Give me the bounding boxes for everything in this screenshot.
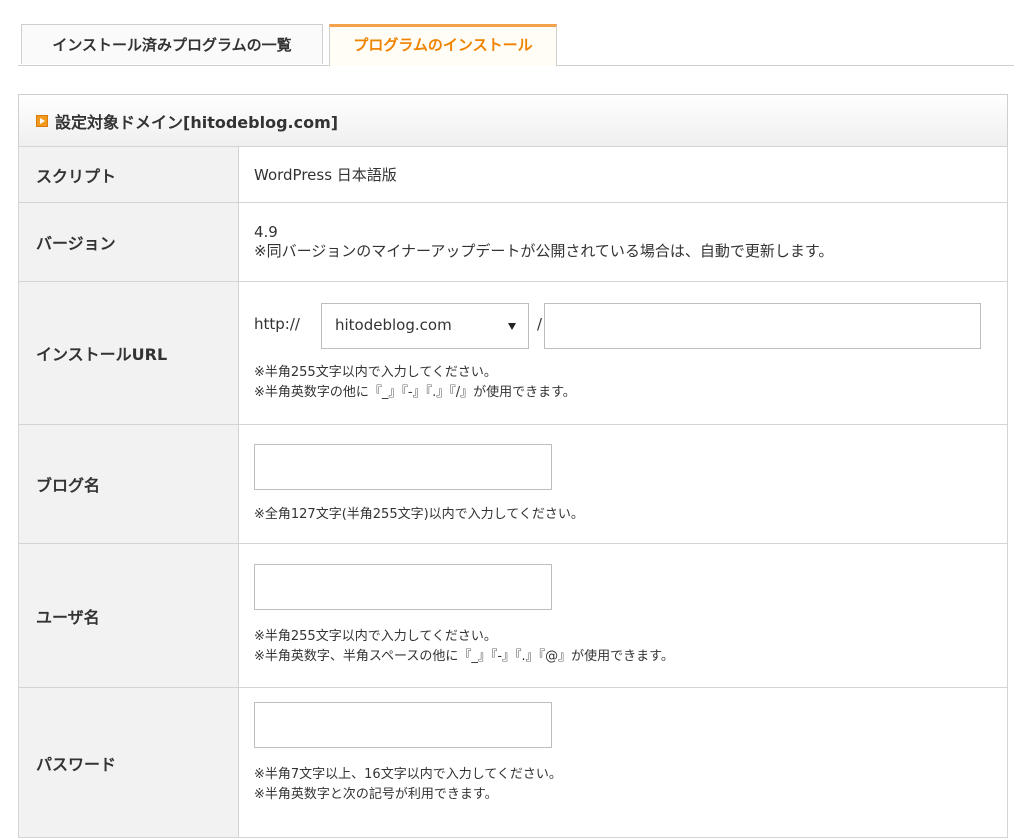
value-install-url-cell: http:// hitodeblog.com / ※半角255文字以内で入力して… <box>238 281 1008 425</box>
url-slash: / <box>537 315 543 333</box>
value-username-cell: ※半角255文字以内で入力してください。 ※半角英数字、半角スペースの他に『_』… <box>238 543 1008 688</box>
value-version-cell: 4.9 ※同バージョンのマイナーアップデートが公開されている場合は、自動で更新し… <box>238 202 1008 282</box>
username-input[interactable] <box>254 564 552 610</box>
version-note: ※同バージョンのマイナーアップデートが公開されている場合は、自動で更新します。 <box>254 242 834 260</box>
chevron-down-icon <box>508 323 516 330</box>
password-note-2: ※半角英数字と次の記号が利用できます。 <box>254 787 498 802</box>
label-install-url: インストールURL <box>18 281 239 425</box>
row-username: ユーザ名 ※半角255文字以内で入力してください。 ※半角英数字、半角スペースの… <box>18 543 1008 688</box>
domain-select[interactable]: hitodeblog.com <box>321 303 529 349</box>
url-input-group: http:// hitodeblog.com / <box>254 303 1007 349</box>
install-form-panel: 設定対象ドメイン[hitodeblog.com] スクリプト WordPress… <box>18 94 1008 838</box>
tab-install-program[interactable]: プログラムのインストール <box>329 24 557 66</box>
tab-installed-programs[interactable]: インストール済みプログラムの一覧 <box>21 24 323 64</box>
password-input[interactable] <box>254 702 552 748</box>
label-password: パスワード <box>18 687 239 838</box>
label-blog-name: ブログ名 <box>18 424 239 544</box>
value-version: 4.9 <box>254 223 278 241</box>
section-header: 設定対象ドメイン[hitodeblog.com] <box>18 94 1008 147</box>
row-blog-name: ブログ名 ※全角127文字(半角255文字)以内で入力してください。 <box>18 424 1008 544</box>
label-username: ユーザ名 <box>18 543 239 688</box>
settings-table: スクリプト WordPress 日本語版 バージョン 4.9 ※同バージョンのマ… <box>18 146 1008 838</box>
play-square-icon <box>36 115 48 127</box>
password-note-1: ※半角7文字以上、16文字以内で入力してください。 <box>254 767 562 782</box>
url-note-1: ※半角255文字以内で入力してください。 <box>254 365 497 380</box>
row-install-url: インストールURL http:// hitodeblog.com / ※半角25… <box>18 281 1008 425</box>
blog-name-input[interactable] <box>254 443 552 490</box>
username-note-2: ※半角英数字、半角スペースの他に『_』『-』『.』『@』が使用できます。 <box>254 649 674 664</box>
label-version: バージョン <box>18 202 239 282</box>
blog-name-note: ※全角127文字(半角255文字)以内で入力してください。 <box>254 506 584 522</box>
url-note-2: ※半角英数字の他に『_』『-』『.』『/』が使用できます。 <box>254 385 576 400</box>
tab-bar: インストール済みプログラムの一覧 プログラムのインストール <box>18 24 1014 66</box>
row-script: スクリプト WordPress 日本語版 <box>18 146 1008 203</box>
value-password-cell: ※半角7文字以上、16文字以内で入力してください。 ※半角英数字と次の記号が利用… <box>238 687 1008 838</box>
username-note-1: ※半角255文字以内で入力してください。 <box>254 629 497 644</box>
url-protocol: http:// <box>254 315 300 333</box>
value-blog-name-cell: ※全角127文字(半角255文字)以内で入力してください。 <box>238 424 1008 544</box>
row-password: パスワード ※半角7文字以上、16文字以内で入力してください。 ※半角英数字と次… <box>18 687 1008 838</box>
label-script: スクリプト <box>18 146 239 203</box>
value-script: WordPress 日本語版 <box>238 146 1008 203</box>
domain-select-value: hitodeblog.com <box>335 316 452 334</box>
row-version: バージョン 4.9 ※同バージョンのマイナーアップデートが公開されている場合は、… <box>18 202 1008 282</box>
install-path-input[interactable] <box>544 303 981 349</box>
section-title: 設定対象ドメイン[hitodeblog.com] <box>55 113 339 132</box>
